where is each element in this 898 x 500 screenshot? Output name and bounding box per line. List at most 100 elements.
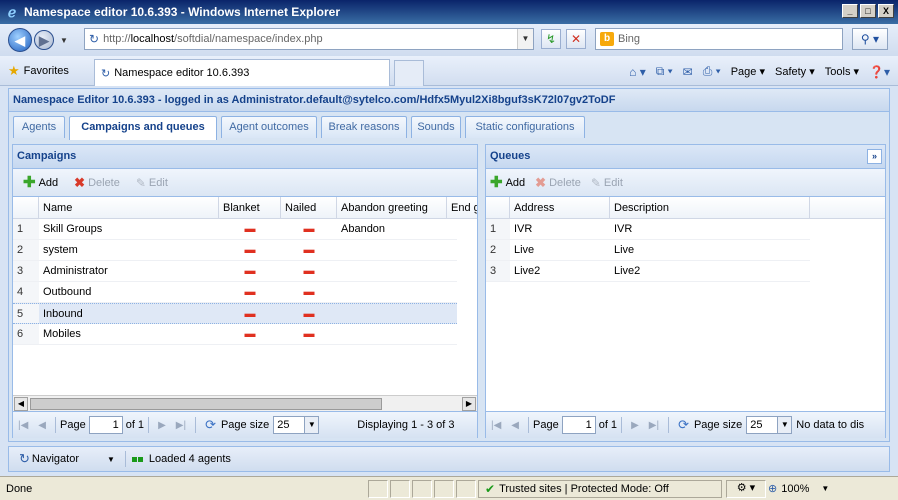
close-button[interactable]: X <box>878 4 894 18</box>
history-dropdown-icon[interactable]: ▼ <box>60 36 68 45</box>
last-page-icon[interactable]: ▶| <box>649 420 659 431</box>
tools-menu[interactable]: Tools ▾ <box>825 65 859 78</box>
campaigns-toolbar: ✚ Add ✖ Delete ✎ Edit <box>13 169 477 197</box>
url-dropdown-icon[interactable]: ▼ <box>517 29 533 49</box>
page-size-select[interactable]: 25 ▼ <box>746 416 793 434</box>
search-button[interactable]: ⚲ ▾ <box>852 28 888 50</box>
column-header-end-greeting[interactable]: End g <box>447 197 477 218</box>
next-page-icon[interactable]: ▶ <box>158 420 166 431</box>
tab-campaigns-and-queues[interactable]: Campaigns and queues <box>69 116 217 140</box>
tab-static-configurations[interactable]: Static configurations <box>465 116 585 138</box>
table-row[interactable]: 4 Outbound ▬ ▬ <box>13 282 457 303</box>
forward-button[interactable]: ▶ <box>34 30 54 50</box>
first-page-icon[interactable]: |◀ <box>18 420 28 431</box>
navigator-button[interactable]: Navigator <box>32 453 79 465</box>
minimize-button[interactable]: _ <box>842 4 858 18</box>
refresh-icon[interactable]: ↯ <box>541 29 561 49</box>
table-row[interactable]: 3 Administrator ▬ ▬ <box>13 261 457 282</box>
queues-grid-header: Address Description <box>486 197 885 219</box>
page-number-input[interactable]: 1 <box>88 416 123 434</box>
table-row[interactable]: 1 IVR IVR <box>486 219 810 240</box>
campaign-delete-button[interactable]: ✖ Delete <box>74 175 120 191</box>
tab-agents[interactable]: Agents <box>13 116 65 138</box>
abandon-greeting <box>337 282 447 302</box>
scroll-left-icon[interactable]: ◀ <box>14 397 28 411</box>
campaign-edit-button[interactable]: ✎ Edit <box>136 176 168 190</box>
table-row[interactable]: 2 Live Live <box>486 240 810 261</box>
first-page-icon[interactable]: |◀ <box>491 420 501 431</box>
scrollbar-thumb[interactable] <box>30 398 382 410</box>
last-page-icon[interactable]: ▶| <box>176 420 186 431</box>
tab-agent-outcomes[interactable]: Agent outcomes <box>221 116 317 138</box>
zoom-control[interactable]: ⊕ 100% ▼ <box>768 482 829 496</box>
scroll-right-icon[interactable]: ▶ <box>462 397 476 411</box>
queue-delete-button[interactable]: ✖ Delete <box>535 175 581 191</box>
feeds-icon[interactable]: ⧉ ▾ <box>656 64 673 79</box>
blanket-flag: ▬ <box>244 223 256 235</box>
page-number-input[interactable]: 1 <box>561 416 596 434</box>
tab-sounds[interactable]: Sounds <box>411 116 461 138</box>
column-header-abandon-greeting[interactable]: Abandon greeting <box>337 197 447 218</box>
page-count: of 1 <box>125 419 145 431</box>
nailed-flag: ▬ <box>303 244 315 256</box>
status-indicator-icon <box>131 456 143 462</box>
star-icon: ★ <box>8 63 20 78</box>
security-zone[interactable]: ✔ Trusted sites | Protected Mode: Off <box>478 479 722 498</box>
safety-menu[interactable]: Safety ▾ <box>775 65 815 78</box>
status-done: Done <box>6 482 33 495</box>
display-info: No data to dis <box>796 419 865 431</box>
prev-page-icon[interactable]: ◀ <box>38 420 46 431</box>
refresh-icon[interactable]: ⟳ <box>205 417 216 433</box>
table-row[interactable]: 3 Live2 Live2 <box>486 261 810 282</box>
column-header-blanket[interactable]: Blanket <box>219 197 281 218</box>
table-row-selected[interactable]: 5 Inbound ▬ ▬ <box>13 303 457 324</box>
column-header-description[interactable]: Description <box>610 197 810 218</box>
mail-icon[interactable]: ✉ <box>683 65 693 79</box>
prev-page-icon[interactable]: ◀ <box>511 420 519 431</box>
search-input[interactable]: b Bing <box>595 28 843 50</box>
window-title: Namespace editor 10.6.393 - Windows Inte… <box>24 5 340 19</box>
home-icon[interactable]: ⌂ ▾ <box>629 65 646 79</box>
column-header-nailed[interactable]: Nailed <box>281 197 337 218</box>
new-tab-button[interactable] <box>394 60 424 86</box>
tab-break-reasons[interactable]: Break reasons <box>321 116 407 138</box>
campaigns-grid-body: 1 Skill Groups ▬ ▬ Abandon 2 system ▬ ▬ … <box>13 219 457 345</box>
table-row[interactable]: 2 system ▬ ▬ <box>13 240 457 261</box>
campaigns-horizontal-scrollbar[interactable]: ◀ ▶ <box>13 395 477 411</box>
delete-label: Delete <box>549 176 581 189</box>
nailed-flag: ▬ <box>303 223 315 235</box>
url-input[interactable]: ↻ http://localhost/softdial/namespace/in… <box>84 28 534 50</box>
column-header-name[interactable]: Name <box>39 197 219 218</box>
chevron-down-icon[interactable]: ▼ <box>107 455 115 464</box>
url-host: localhost <box>130 33 175 45</box>
queue-address: Live2 <box>514 265 541 277</box>
status-cell <box>412 479 432 498</box>
window-titlebar: ℯ Namespace editor 10.6.393 - Windows In… <box>0 0 898 24</box>
page-size-value: 25 <box>277 419 290 431</box>
add-icon: ✚ <box>490 173 503 191</box>
double-chevron-right-icon[interactable]: » <box>867 149 882 164</box>
campaign-add-button[interactable]: ✚ Add <box>23 175 58 190</box>
status-cell <box>368 479 388 498</box>
maximize-button[interactable]: □ <box>860 4 876 18</box>
help-icon[interactable]: ❓▾ <box>869 65 890 79</box>
next-page-icon[interactable]: ▶ <box>631 420 639 431</box>
page-label: Page <box>533 419 559 431</box>
back-button[interactable]: ◀ <box>8 28 32 52</box>
blanket-flag: ▬ <box>244 286 256 298</box>
queue-edit-button[interactable]: ✎ Edit <box>591 176 623 190</box>
browser-tab[interactable]: ↻ Namespace editor 10.6.393 <box>94 59 390 86</box>
table-row[interactable]: 6 Mobiles ▬ ▬ <box>13 324 457 345</box>
table-row[interactable]: 1 Skill Groups ▬ ▬ Abandon <box>13 219 457 240</box>
blanket-flag: ▬ <box>244 265 256 277</box>
page-size-select[interactable]: 25 ▼ <box>273 416 320 434</box>
favorites-button[interactable]: ★ Favorites <box>8 63 69 79</box>
page-menu[interactable]: Page ▾ <box>731 65 765 78</box>
refresh-icon[interactable]: ⟳ <box>678 417 689 433</box>
queue-add-button[interactable]: ✚ Add <box>490 173 525 191</box>
stop-icon[interactable]: ✕ <box>566 29 586 49</box>
checkmark-icon: ✔ <box>485 481 496 496</box>
column-header-address[interactable]: Address <box>510 197 610 218</box>
print-icon[interactable]: ⎙ ▾ <box>703 64 721 79</box>
protected-mode-icon[interactable]: ⚙ ▾ <box>726 479 766 498</box>
